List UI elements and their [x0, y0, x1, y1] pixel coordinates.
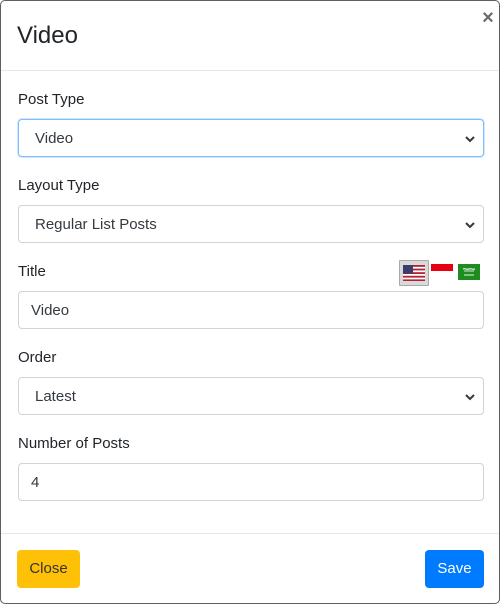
post-type-selected-value: Video: [35, 130, 74, 147]
save-button[interactable]: Save: [425, 550, 484, 588]
layout-type-selected-value: Regular List Posts: [35, 216, 157, 233]
chevron-down-icon: [465, 222, 475, 229]
layout-type-select[interactable]: Regular List Posts: [18, 205, 484, 243]
number-of-posts-input[interactable]: 4: [18, 463, 484, 501]
title-input[interactable]: Video: [18, 291, 484, 329]
close-button[interactable]: Close: [17, 550, 80, 588]
layout-type-label: Layout Type: [18, 177, 100, 194]
chevron-down-icon: [465, 136, 475, 143]
post-type-select[interactable]: Video: [18, 119, 484, 157]
order-select[interactable]: Latest: [18, 377, 484, 415]
title-input-value: Video: [31, 302, 70, 319]
number-of-posts-label: Number of Posts: [18, 435, 130, 452]
close-icon[interactable]: ×: [478, 7, 498, 29]
saudi-arabia-flag-icon[interactable]: [458, 264, 480, 280]
modal-footer: Close Save: [1, 533, 499, 603]
post-type-label: Post Type: [18, 91, 85, 108]
modal-header: Video ×: [1, 1, 499, 71]
modal-title: Video: [17, 22, 78, 49]
order-label: Order: [18, 349, 57, 366]
order-selected-value: Latest: [35, 388, 76, 405]
chevron-down-icon: [465, 394, 475, 401]
video-modal: Video × Post Type Video Layout Type Regu…: [0, 0, 500, 604]
us-flag-icon[interactable]: [399, 260, 429, 286]
indonesia-flag-icon[interactable]: [431, 264, 453, 278]
number-of-posts-value: 4: [31, 474, 40, 491]
title-label: Title: [18, 263, 46, 280]
